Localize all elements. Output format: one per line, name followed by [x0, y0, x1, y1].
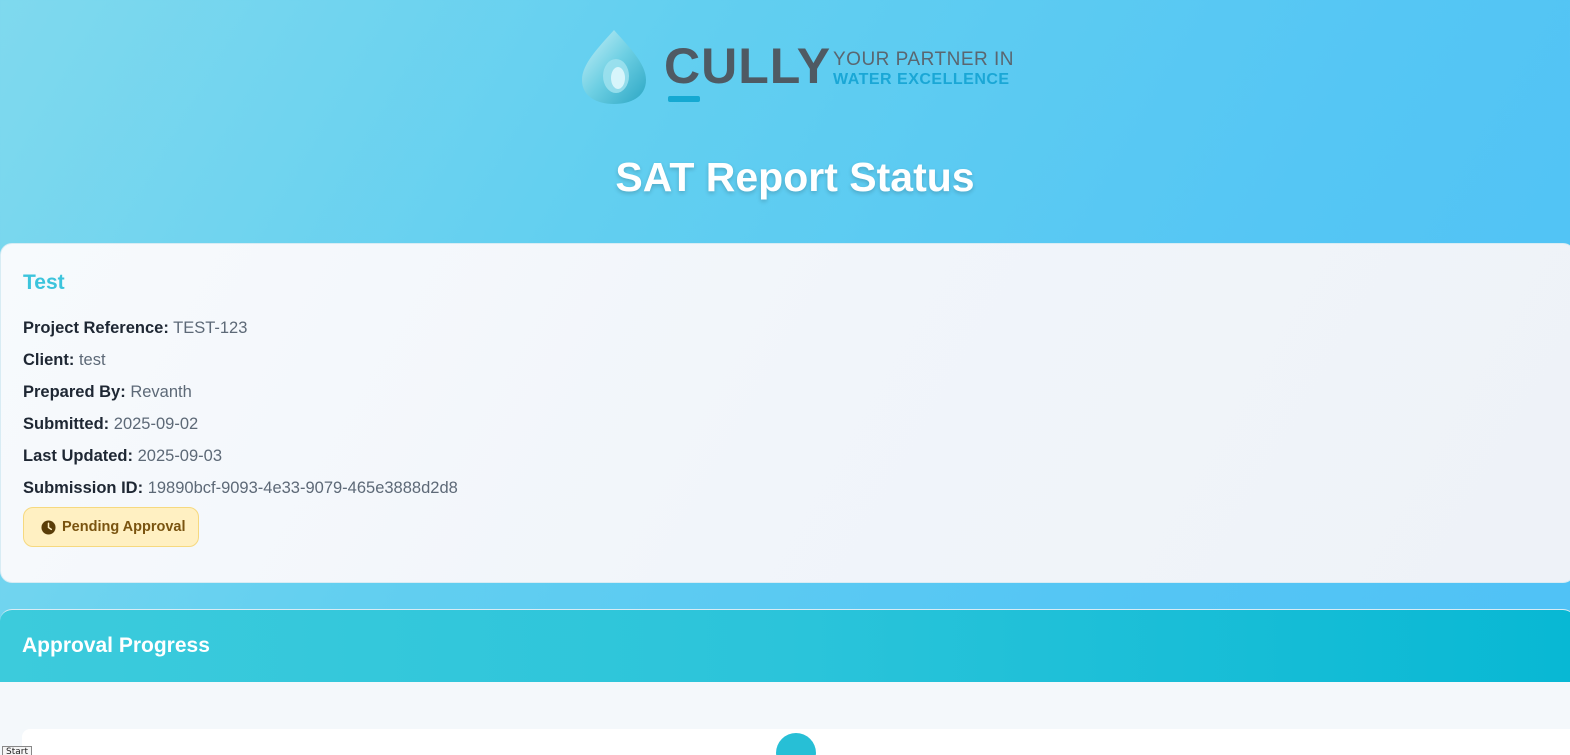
logo-tagline-line1: YOUR PARTNER IN: [833, 49, 1014, 70]
field-label: Last Updated:: [23, 447, 134, 465]
field-value: Revanth: [130, 383, 192, 401]
status-badge-label: Pending Approval: [62, 519, 186, 535]
page-header: CULLY YOUR PARTNER IN WATER EXCELLENCE S…: [0, 0, 1570, 243]
taskbar-start-button[interactable]: Start: [2, 746, 32, 755]
clock-icon: [41, 519, 56, 535]
report-details-card: Test Project Reference: TEST-123 Client:…: [0, 243, 1570, 583]
field-client: Client: test: [23, 350, 106, 370]
approval-progress-title: Approval Progress: [22, 634, 210, 657]
water-drop-icon: [582, 30, 646, 104]
field-label: Project Reference:: [23, 319, 169, 337]
field-value: 2025-09-03: [137, 447, 223, 465]
approval-progress-header: Approval Progress: [0, 610, 1570, 682]
page-title: SAT Report Status: [615, 154, 975, 200]
logo-underline: [668, 96, 700, 102]
field-value: 19890bcf-9093-4e33-9079-465e3888d2d8: [147, 479, 458, 497]
logo-tagline-line2: WATER EXCELLENCE: [833, 71, 1010, 88]
field-label: Prepared By:: [23, 383, 126, 401]
report-title: Test: [23, 271, 65, 294]
cully-logo: CULLY YOUR PARTNER IN WATER EXCELLENCE: [578, 24, 1018, 108]
field-value: TEST-123: [173, 319, 248, 337]
field-value: 2025-09-02: [113, 415, 199, 433]
field-submitted: Submitted: 2025-09-02: [23, 414, 198, 434]
field-value: test: [78, 351, 106, 369]
field-submission-id: Submission ID: 19890bcf-9093-4e33-9079-4…: [23, 478, 458, 498]
field-project-reference: Project Reference: TEST-123: [23, 318, 247, 338]
field-label: Submitted:: [23, 415, 110, 433]
field-label: Client:: [23, 351, 75, 369]
field-prepared-by: Prepared By: Revanth: [23, 382, 192, 402]
approval-progress-card: Approval Progress: [0, 609, 1570, 755]
status-badge[interactable]: Pending Approval: [23, 507, 199, 547]
logo-wordmark: CULLY: [664, 38, 832, 94]
field-label: Submission ID:: [23, 479, 144, 497]
field-last-updated: Last Updated: 2025-09-03: [23, 446, 222, 466]
